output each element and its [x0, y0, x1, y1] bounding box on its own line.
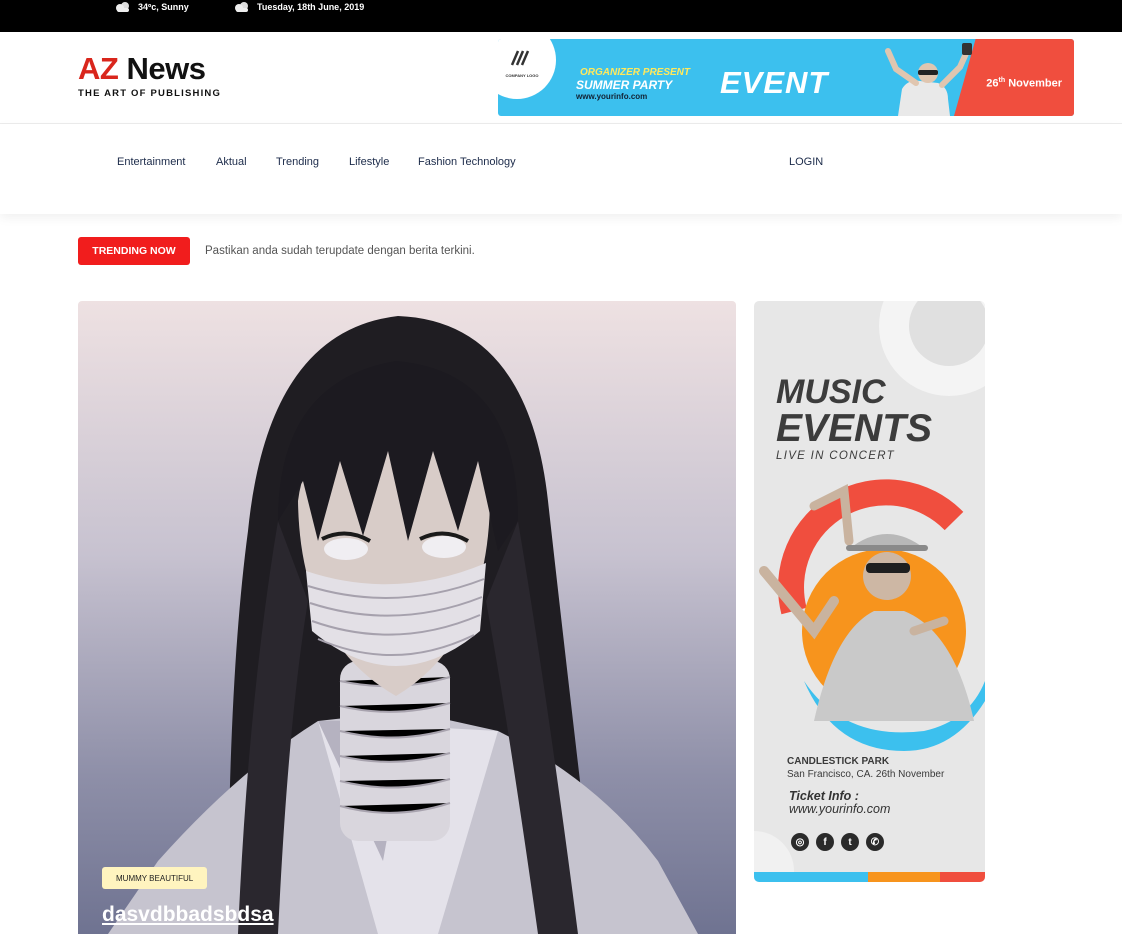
banner-event: EVENT [720, 65, 829, 100]
side-ad-subtitle: LIVE IN CONCERT [776, 450, 895, 462]
company-logo-icon [510, 50, 530, 66]
company-logo-text: COMPANY LOGO [505, 73, 539, 78]
site-logo[interactable]: AZ News THE ART OF PUBLISHING [78, 52, 222, 100]
weather-cloud-icon [116, 2, 129, 12]
date-text: Tuesday, 18th June, 2019 [257, 2, 365, 12]
dj-person-image [885, 43, 972, 116]
side-ad-title-events: EVENTS [776, 407, 933, 450]
hero-article[interactable]: MUMMY BEAUTIFUL dasvdbbadsbdsa [78, 301, 736, 934]
login-link[interactable]: LOGIN [789, 156, 823, 168]
instagram-icon[interactable]: ◎ [791, 833, 809, 851]
side-ad-venue: CANDLESTICK PARK [787, 756, 890, 767]
side-ad-url: www.yourinfo.com [789, 802, 891, 816]
nav-item-fashion-technology[interactable]: Fashion Technology [418, 156, 516, 168]
nav-item-trending[interactable]: Trending [276, 156, 319, 168]
site-header: AZ News THE ART OF PUBLISHING COMPANY LO… [0, 32, 1122, 124]
banner-date: 26th November [986, 77, 1062, 90]
side-ad-ticket-label: Ticket Info : [789, 789, 859, 803]
logo-tagline: THE ART OF PUBLISHING [78, 88, 222, 99]
hero-image [108, 316, 698, 934]
side-ad-title-music: MUSIC [776, 373, 886, 411]
trending-ticker-text[interactable]: Pastikan anda sudah terupdate dengan ber… [205, 245, 475, 257]
facebook-icon[interactable]: f [816, 833, 834, 851]
main-nav: Entertainment Aktual Trending Lifestyle … [0, 124, 1122, 214]
nav-item-entertainment[interactable]: Entertainment [117, 156, 185, 168]
weather-cloud-icon [235, 2, 248, 12]
hero-category-badge[interactable]: MUMMY BEAUTIFUL [102, 867, 208, 889]
side-ad-social-icons: ◎ f t ✆ [791, 833, 884, 851]
weather-text: 34ºc, Sunny [138, 2, 189, 12]
weather-widget: 34ºc, Sunny [114, 0, 189, 14]
header-ad-banner[interactable]: COMPANY LOGO ORGANIZER PRESENT SUMMER PA… [498, 39, 1074, 116]
nav-item-lifestyle[interactable]: Lifestyle [349, 156, 389, 168]
logo-title-news: News [126, 51, 206, 86]
side-ad-city: San Francisco, CA. 26th November [787, 769, 945, 780]
banner-url: www.yourinfo.com [576, 92, 648, 101]
top-bar: 34ºc, Sunny Tuesday, 18th June, 2019 [0, 0, 1122, 32]
logo-title-az: AZ [78, 51, 119, 86]
banner-organizer: ORGANIZER PRESENT [580, 67, 691, 78]
logo-title: AZ News [78, 52, 221, 86]
twitter-icon[interactable]: t [841, 833, 859, 851]
banner-headline: SUMMER PARTY [576, 78, 673, 92]
hero-title-link[interactable]: dasvdbbadsbdsa [102, 903, 274, 927]
side-ad-banner[interactable]: MUSIC EVENTS LIVE IN CONCERT CANDLESTICK… [754, 301, 985, 882]
trending-now-badge[interactable]: TRENDING NOW [78, 237, 190, 265]
date-widget: Tuesday, 18th June, 2019 [233, 0, 364, 14]
side-ad-color-stripe [754, 872, 985, 882]
nav-item-aktual[interactable]: Aktual [216, 156, 247, 168]
whatsapp-icon[interactable]: ✆ [866, 833, 884, 851]
banner-logo-circle [498, 39, 556, 99]
